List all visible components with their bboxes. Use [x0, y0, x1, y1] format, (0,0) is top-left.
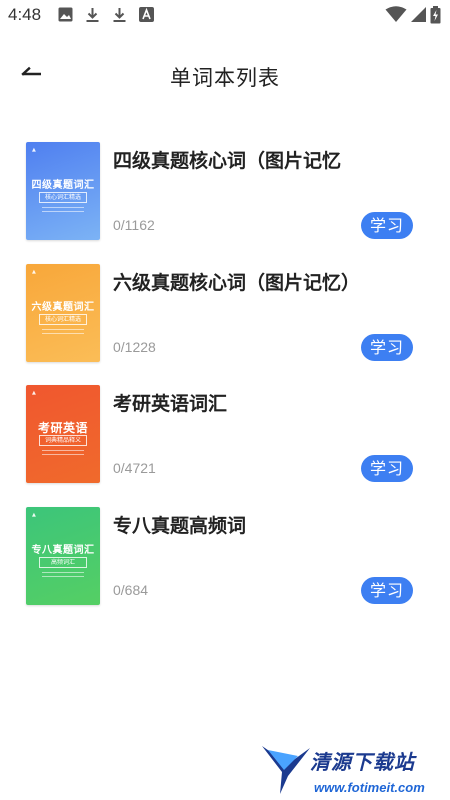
wordbook-item[interactable]: ▲ 六级真题词汇 核心词汇精选 六级真题核心词（图片记忆） 0/1228 学习 — [0, 262, 450, 384]
cover-subtitle: 核心词汇精选 — [39, 192, 87, 203]
watermark-url: www.fotimeit.com — [314, 780, 425, 795]
font-app-icon — [139, 7, 155, 23]
status-bar: 4:48 — [0, 0, 450, 30]
watermark: 清源下载站 www.fotimeit.com — [258, 738, 438, 800]
wifi-icon — [385, 6, 407, 27]
signal-icon — [411, 6, 427, 27]
book-progress: 0/684 — [113, 581, 149, 598]
cover-brand-logo: ▲ — [32, 511, 36, 518]
study-button[interactable]: 学习 — [361, 333, 413, 361]
cover-subtitle: 高频词汇 — [39, 556, 87, 568]
cover-decoration — [42, 207, 84, 215]
cover-brand-logo: ▲ — [32, 390, 36, 396]
status-time: 4:48 — [8, 5, 42, 24]
book-cover: ▲ 四级真题词汇 核心词汇精选 — [26, 142, 100, 240]
study-button[interactable]: 学习 — [361, 212, 413, 239]
page-title: 单词本列表 — [170, 66, 280, 90]
book-name: 考研英语词汇 — [113, 393, 228, 415]
watermark-name: 清源下载站 — [310, 750, 415, 774]
book-cover: ▲ 六级真题词汇 核心词汇精选 — [26, 263, 100, 362]
book-progress: 0/1228 — [113, 338, 156, 355]
book-name: 四级真题核心词（图片记忆 — [113, 150, 342, 172]
wordbook-list: ▲ 四级真题词汇 核心词汇精选 四级真题核心词（图片记忆 0/1162 学习 ▲… — [0, 140, 450, 626]
cover-decoration — [42, 571, 84, 580]
cover-title: 四级真题词汇 — [31, 180, 95, 191]
wordbook-item[interactable]: ▲ 考研英语 词典精品释义 考研英语词汇 0/4721 学习 — [0, 383, 450, 505]
cover-brand-logo: ▲ — [32, 147, 36, 153]
wordbook-item[interactable]: ▲ 专八真题词汇 高频词汇 专八真题高频词 0/684 学习 — [0, 505, 450, 627]
battery-icon — [430, 6, 441, 28]
book-cover: ▲ 考研英语 词典精品释义 — [26, 385, 100, 483]
watermark-logo-icon — [262, 746, 310, 794]
study-button[interactable]: 学习 — [361, 576, 413, 604]
download-icon — [85, 7, 101, 23]
cover-decoration — [42, 328, 84, 337]
cover-subtitle: 词典精品释义 — [39, 435, 87, 446]
image-notification-icon — [58, 7, 74, 23]
cover-brand-logo: ▲ — [32, 268, 36, 275]
wordbook-item[interactable]: ▲ 四级真题词汇 核心词汇精选 四级真题核心词（图片记忆 0/1162 学习 — [0, 140, 450, 262]
book-cover: ▲ 专八真题词汇 高频词汇 — [26, 506, 100, 605]
cover-decoration — [42, 450, 84, 458]
header: 单词本列表 — [0, 40, 450, 110]
book-name: 专八真题高频词 — [113, 514, 247, 537]
cover-subtitle: 核心词汇精选 — [39, 313, 87, 325]
cover-title: 考研英语 — [37, 421, 88, 435]
book-progress: 0/4721 — [113, 460, 156, 476]
study-button[interactable]: 学习 — [361, 455, 413, 482]
cover-title: 六级真题词汇 — [31, 301, 95, 313]
download-icon — [112, 7, 128, 23]
book-progress: 0/1162 — [113, 217, 155, 233]
cover-title: 专八真题词汇 — [31, 544, 95, 556]
book-name: 六级真题核心词（图片记忆） — [113, 271, 361, 294]
